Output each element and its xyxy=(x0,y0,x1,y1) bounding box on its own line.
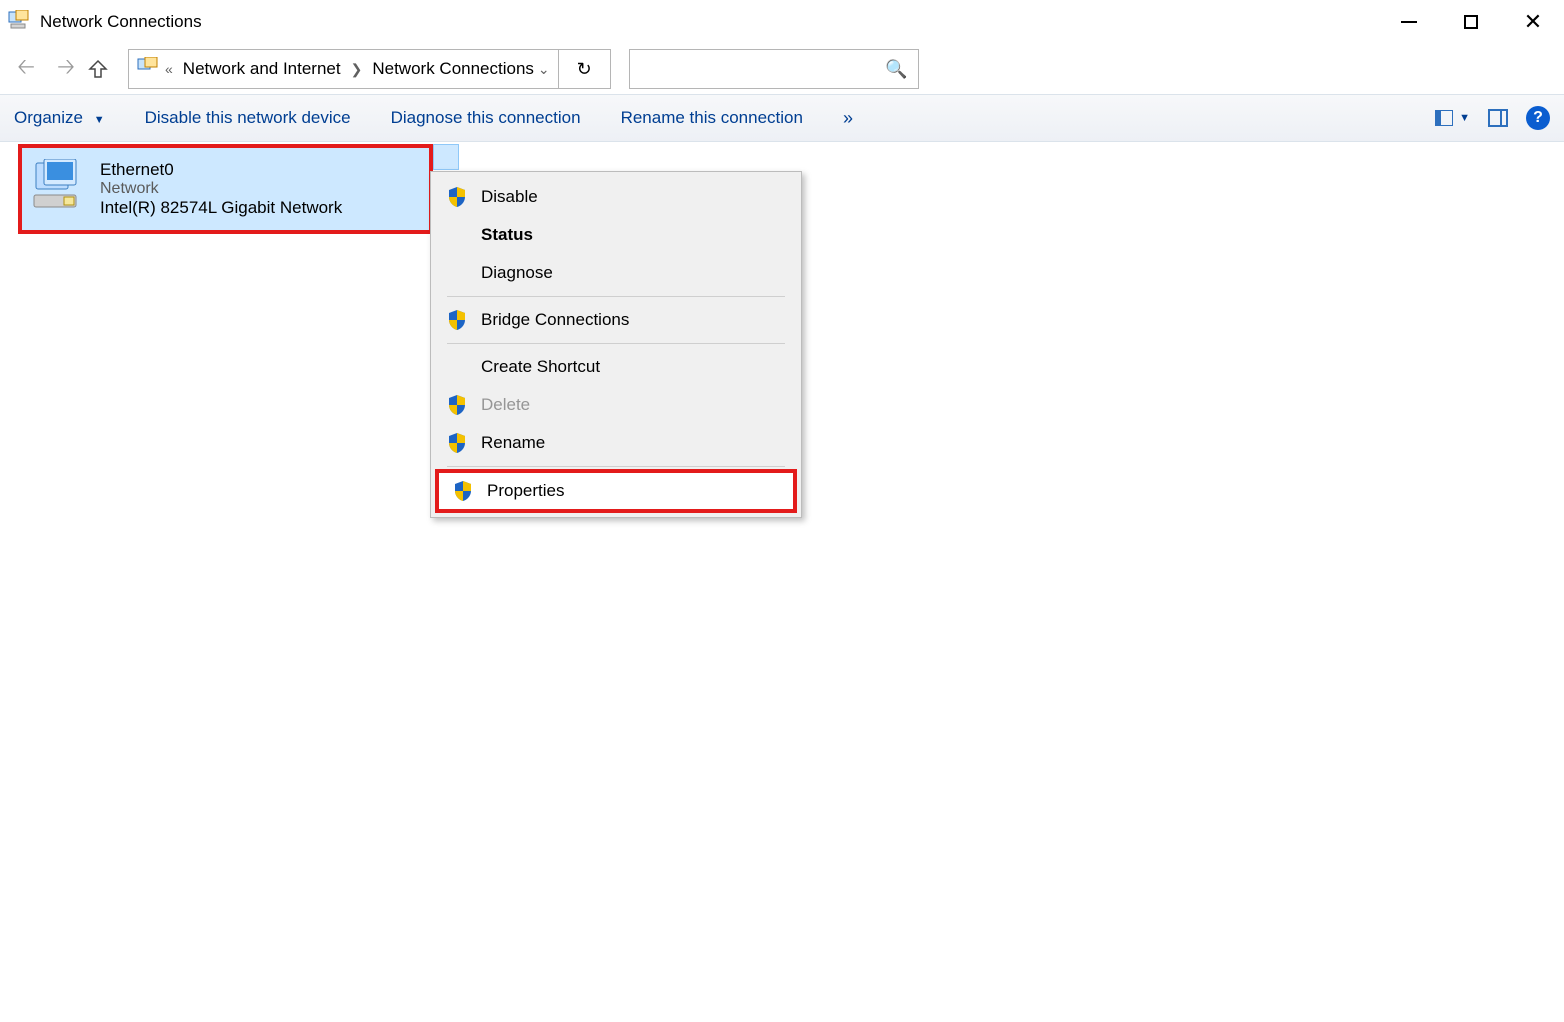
breadcrumb-network-connections[interactable]: Network Connections xyxy=(368,59,538,79)
menu-separator xyxy=(447,296,785,297)
refresh-button[interactable]: ↻ xyxy=(559,49,611,89)
menu-rename[interactable]: Rename xyxy=(433,424,799,462)
selection-highlight-tail xyxy=(433,144,459,170)
menu-label: Diagnose xyxy=(481,263,553,283)
diagnose-connection-button[interactable]: Diagnose this connection xyxy=(391,108,581,128)
context-menu: Disable Status Diagnose Bridge Connectio… xyxy=(430,171,802,518)
menu-separator xyxy=(447,343,785,344)
menu-bridge-connections[interactable]: Bridge Connections xyxy=(433,301,799,339)
menu-status[interactable]: Status xyxy=(433,216,799,254)
details-pane-button[interactable] xyxy=(1488,109,1508,127)
network-connections-icon xyxy=(8,10,30,35)
menu-label: Status xyxy=(481,225,533,245)
breadcrumb-network-and-internet[interactable]: Network and Internet xyxy=(179,59,345,79)
menu-label: Delete xyxy=(481,395,530,415)
address-bar[interactable]: « Network and Internet ❯ Network Connect… xyxy=(128,49,559,89)
breadcrumb-overflow[interactable]: « xyxy=(159,61,179,77)
menu-label: Rename xyxy=(481,433,545,453)
title-bar: Network Connections ✕ xyxy=(0,0,1564,44)
shield-icon xyxy=(445,186,469,208)
menu-properties-highlight: Properties xyxy=(435,469,797,513)
view-icon xyxy=(1435,110,1453,126)
network-adapter-icon xyxy=(30,159,88,220)
address-dropdown-icon[interactable]: ⌄ xyxy=(538,61,550,78)
forward-button[interactable]: 🡢 xyxy=(48,50,84,88)
shield-icon xyxy=(445,432,469,454)
minimize-button[interactable] xyxy=(1378,0,1440,44)
menu-diagnose[interactable]: Diagnose xyxy=(433,254,799,292)
navigation-row: 🡠 🡢 « Network and Internet ❯ Network Con… xyxy=(0,44,1564,94)
menu-label: Create Shortcut xyxy=(481,357,600,377)
menu-properties[interactable]: Properties xyxy=(439,473,793,509)
menu-delete: Delete xyxy=(433,386,799,424)
menu-create-shortcut[interactable]: Create Shortcut xyxy=(433,348,799,386)
window-controls: ✕ xyxy=(1378,0,1564,44)
adapter-ethernet0[interactable]: Ethernet0 Network Intel(R) 82574L Gigabi… xyxy=(18,144,433,234)
chevron-right-icon[interactable]: ❯ xyxy=(345,61,369,78)
change-view-button[interactable]: ▼ xyxy=(1435,110,1470,126)
command-bar: Organize ▼ Disable this network device D… xyxy=(0,94,1564,142)
menu-label: Bridge Connections xyxy=(481,310,629,330)
command-overflow-button[interactable]: » xyxy=(843,108,851,129)
search-icon: 🔍 xyxy=(885,59,907,80)
adapter-text: Ethernet0 Network Intel(R) 82574L Gigabi… xyxy=(100,160,342,218)
menu-separator xyxy=(447,466,785,467)
shield-icon xyxy=(445,309,469,331)
menu-label: Properties xyxy=(487,481,564,501)
back-button[interactable]: 🡠 xyxy=(8,50,44,88)
network-connections-icon xyxy=(137,57,159,82)
close-button[interactable]: ✕ xyxy=(1502,0,1564,44)
organize-menu[interactable]: Organize ▼ xyxy=(14,108,105,128)
help-button[interactable]: ? xyxy=(1526,106,1550,130)
menu-label: Disable xyxy=(481,187,538,207)
adapter-name: Ethernet0 xyxy=(100,160,342,180)
rename-connection-button[interactable]: Rename this connection xyxy=(621,108,803,128)
menu-disable[interactable]: Disable xyxy=(433,178,799,216)
window-title: Network Connections xyxy=(40,12,202,32)
up-button[interactable] xyxy=(88,59,124,79)
shield-icon xyxy=(445,394,469,416)
search-input[interactable]: 🔍 xyxy=(629,49,919,89)
shield-icon xyxy=(451,480,475,502)
adapter-device: Intel(R) 82574L Gigabit Network xyxy=(100,198,342,218)
maximize-button[interactable] xyxy=(1440,0,1502,44)
adapter-network: Network xyxy=(100,180,342,198)
disable-device-button[interactable]: Disable this network device xyxy=(145,108,351,128)
